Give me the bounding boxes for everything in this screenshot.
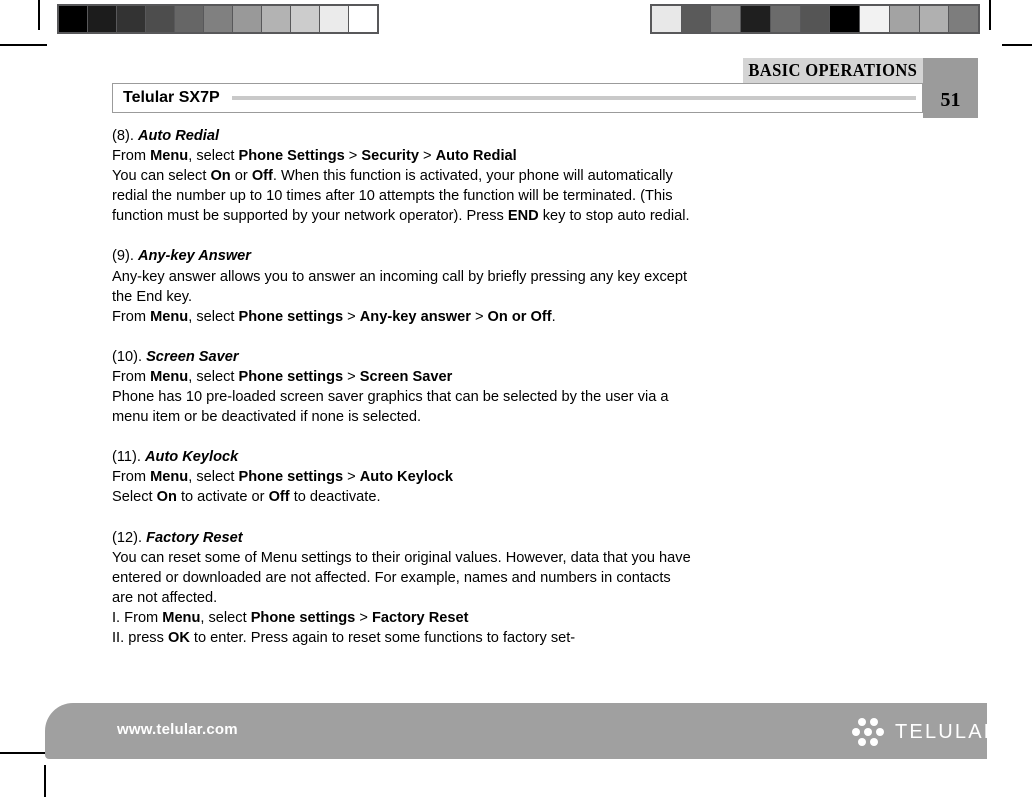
calibration-patch-0 [652, 6, 681, 32]
section-tab: BASIC OPERATIONS [743, 58, 923, 83]
page-number-box: 51 [923, 58, 978, 118]
content-section: (12). Factory Reset You can reset some of… [112, 528, 692, 649]
calibration-patch-0 [59, 6, 87, 32]
section-number: (8). [112, 128, 138, 144]
title-rule [231, 96, 916, 100]
section-heading: (9). Any-key Answer [112, 246, 692, 266]
calibration-patch-10 [349, 6, 377, 32]
section-title: Screen Saver [146, 348, 239, 365]
calibration-patch-8 [889, 6, 919, 32]
page-title: Telular SX7P [123, 89, 220, 106]
section-heading: (11). Auto Keylock [112, 447, 692, 467]
section-tab-label: BASIC OPERATIONS [748, 60, 918, 80]
section-heading: (8). Auto Redial [112, 126, 692, 146]
calibration-patch-10 [949, 6, 979, 32]
calibration-patch-2 [711, 6, 741, 32]
section-paragraph: I. From Menu, select Phone settings > Fa… [112, 609, 469, 626]
telular-logo: TELULAR [850, 713, 1000, 751]
calibration-patch-6 [233, 6, 261, 32]
calibration-patch-8 [291, 6, 319, 32]
calibration-patch-9 [320, 6, 348, 32]
calibration-patch-1 [681, 6, 711, 32]
content-section: (8). Auto Redial From Menu, select Phone … [112, 126, 692, 226]
section-heading: (10). Screen Saver [112, 347, 692, 367]
calibration-patch-3 [741, 6, 770, 32]
section-number: (11). [112, 449, 145, 466]
document-title-bar: Telular SX7P [112, 83, 923, 113]
calibration-patch-4 [175, 6, 203, 32]
crop-mark-bottom-left-vertical [44, 765, 46, 797]
telular-dots-icon [850, 715, 886, 749]
calibration-patch-2 [117, 6, 145, 32]
telular-wordmark: TELULAR [895, 720, 1001, 743]
page-content: BASIC OPERATIONS 51 Telular SX7P (8). Au… [0, 48, 1032, 760]
content-section: (9). Any-key Answer Any-key answer allows… [112, 246, 692, 326]
calibration-patch-6 [830, 6, 860, 32]
section-title: Factory Reset [146, 529, 243, 546]
crop-mark-top-right-horizontal [1002, 44, 1032, 46]
section-title: Any-key Answer [137, 248, 251, 265]
grayscale-calibration-strip-left [57, 4, 379, 34]
section-title: Auto Redial [137, 128, 220, 144]
footer-website-url[interactable]: www.telular.com [117, 721, 238, 738]
section-paragraph: II. press OK to enter. Press again to re… [112, 629, 576, 646]
grayscale-calibration-strip-right [650, 4, 980, 34]
body-copy: (8). Auto Redial From Menu, select Phone … [112, 126, 692, 648]
section-paragraph: You can reset some of Menu settings to t… [112, 549, 691, 606]
calibration-patch-5 [800, 6, 830, 32]
section-paragraph: Any-key answer allows you to answer an i… [112, 268, 688, 305]
section-paragraph: Phone has 10 pre-loaded screen saver gra… [112, 389, 669, 426]
section-title: Auto Keylock [144, 449, 239, 466]
section-number: (10). [112, 348, 147, 365]
section-number: (12). [112, 529, 147, 546]
content-section: (11). Auto Keylock From Menu, select Phon… [112, 447, 692, 507]
calibration-patch-4 [770, 6, 800, 32]
calibration-patch-7 [262, 6, 290, 32]
page-footer: www.telular.com TELULAR [45, 703, 998, 759]
calibration-patch-5 [204, 6, 232, 32]
section-paragraph: You can select On or Off. When this func… [112, 168, 690, 225]
page-header: BASIC OPERATIONS 51 Telular SX7P [0, 48, 1032, 120]
section-paragraph: From Menu, select Phone settings > Auto … [112, 469, 454, 486]
crop-mark-top-left-vertical [38, 0, 40, 30]
crop-mark-top-left-horizontal [0, 44, 47, 46]
calibration-patch-3 [146, 6, 174, 32]
content-section: (10). Screen Saver From Menu, select Phon… [112, 347, 692, 427]
calibration-patch-1 [88, 6, 116, 32]
crop-mark-top-right-vertical [989, 0, 991, 30]
section-paragraph: From Menu, select Phone settings > Scree… [112, 368, 453, 385]
section-heading: (12). Factory Reset [112, 528, 692, 548]
section-paragraph: Select On to activate or Off to deactiva… [112, 489, 381, 506]
calibration-patch-9 [919, 6, 949, 32]
section-paragraph: From Menu, select Phone Settings > Secur… [112, 148, 517, 165]
section-paragraph: From Menu, select Phone settings > Any-k… [112, 308, 556, 325]
page-number: 51 [940, 89, 961, 111]
calibration-patch-7 [860, 6, 889, 32]
section-number: (9). [112, 248, 138, 265]
